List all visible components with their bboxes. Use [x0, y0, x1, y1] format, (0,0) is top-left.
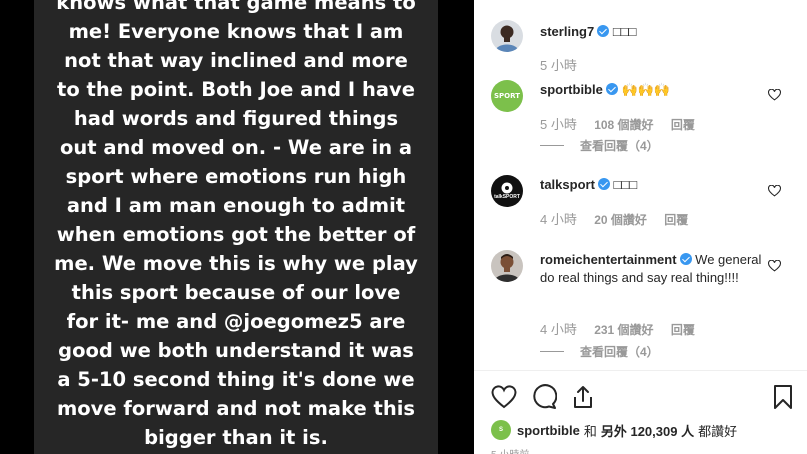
replies-line	[540, 351, 564, 352]
story-line: out and moved on. - We are in a	[59, 136, 413, 159]
story-line: me! Everyone knows that I am	[68, 20, 404, 43]
reply-button[interactable]: 回覆	[671, 323, 695, 337]
avatar[interactable]	[491, 20, 523, 52]
story-text: knows what that game means to me! Everyo…	[34, 0, 438, 452]
view-replies-button[interactable]: 查看回覆（4）	[540, 137, 659, 154]
story-line: not that way inclined and more	[64, 49, 408, 72]
story-line: had words and figured things	[73, 107, 399, 130]
bookmark-icon[interactable]	[772, 383, 794, 411]
story-line: good we both understand it was	[58, 339, 414, 362]
heart-icon[interactable]	[768, 89, 781, 101]
verified-badge-icon	[597, 178, 610, 190]
story-line: knows what that game means to	[56, 0, 416, 14]
romeich-avatar-icon	[491, 250, 523, 282]
timestamp[interactable]: 4 小時	[540, 212, 577, 227]
liked-by-others[interactable]: 另外 120,309 人	[601, 421, 694, 440]
story-viewer: knows what that game means to me! Everyo…	[34, 0, 438, 454]
comment-text: 🙌🙌🙌	[621, 82, 671, 97]
share-icon[interactable]	[570, 383, 596, 411]
like-count[interactable]: 108 個讚好	[594, 118, 653, 132]
reply-button[interactable]: 回覆	[664, 213, 688, 227]
liked-by-avatar[interactable]: S	[491, 420, 511, 440]
post-timestamp[interactable]: 5 小時前	[491, 446, 529, 454]
story-line: to the point. Both Joe and I have	[57, 78, 415, 101]
caption-text: □□□	[612, 24, 637, 39]
story-line: this sport because of our love	[71, 281, 401, 304]
username[interactable]: sportbible	[540, 82, 603, 97]
comment-icon[interactable]	[531, 383, 557, 411]
comments-list[interactable]: sterling7 □□□ 5 小時 SPORT sportbible 🙌🙌🙌 …	[474, 0, 807, 370]
verified-badge-icon	[679, 253, 692, 265]
story-line: me. We move this is why we play	[54, 252, 418, 275]
timestamp[interactable]: 4 小時	[540, 322, 577, 337]
view-replies-label: 查看回覆（4）	[580, 345, 659, 359]
avatar[interactable]	[491, 250, 523, 282]
story-line: a 5-10 second thing it's done we	[57, 368, 415, 391]
liked-by: S sportbible 和 另外 120,309 人 都讚好	[491, 418, 737, 442]
like-count[interactable]: 231 個讚好	[594, 323, 653, 337]
avatar[interactable]: SPORT	[491, 80, 523, 112]
replies-line	[540, 145, 564, 146]
liked-by-suffix: 都讚好	[698, 423, 738, 439]
username[interactable]: talksport	[540, 177, 595, 192]
avatar[interactable]: talkSPORT	[491, 175, 523, 207]
view-replies-button[interactable]: 查看回覆（4）	[540, 343, 659, 360]
verified-badge-icon	[605, 83, 618, 95]
timestamp[interactable]: 5 小時	[540, 117, 577, 132]
story-line: when emotions got the better of	[56, 223, 416, 246]
football-icon	[501, 182, 513, 193]
talksport-logo: talkSPORT	[494, 193, 520, 200]
sterling-avatar-icon	[491, 20, 523, 52]
sportbible-logo: SPORT	[494, 92, 520, 100]
story-line: and I am man enough to admit	[66, 194, 406, 217]
view-replies-label: 查看回覆（4）	[580, 139, 659, 153]
verified-badge-icon	[597, 25, 610, 37]
username[interactable]: sterling7	[540, 24, 594, 39]
comment-text: □□□	[613, 177, 638, 192]
story-line: move forward and not make this	[56, 397, 416, 420]
liked-by-and: 和	[583, 423, 597, 439]
story-line: sport where emotions run high	[65, 165, 407, 188]
reply-button[interactable]: 回覆	[671, 118, 695, 132]
username[interactable]: romeichentertainment	[540, 252, 677, 267]
heart-icon[interactable]	[768, 260, 781, 272]
story-line: bigger than it is.	[144, 426, 328, 449]
comments-panel: sterling7 □□□ 5 小時 SPORT sportbible 🙌🙌🙌 …	[474, 0, 807, 454]
like-count[interactable]: 20 個讚好	[594, 213, 647, 227]
actions-divider	[474, 370, 807, 371]
heart-icon[interactable]	[491, 383, 517, 411]
timestamp[interactable]: 5 小時	[540, 58, 577, 73]
story-line: for it- me and @joegomez5 are	[66, 310, 406, 333]
liked-by-username[interactable]: sportbible	[517, 423, 580, 438]
heart-icon[interactable]	[768, 185, 781, 197]
